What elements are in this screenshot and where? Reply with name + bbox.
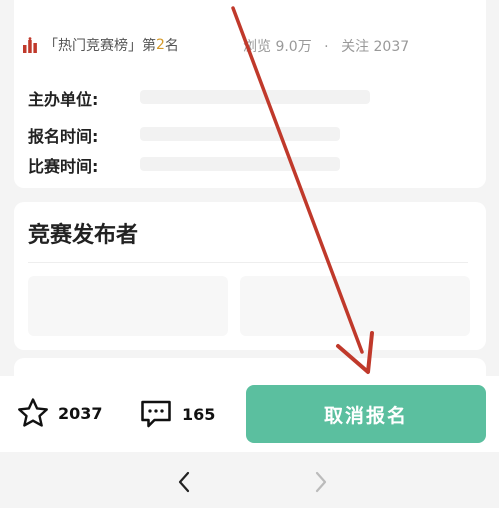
registration-time-redacted <box>140 127 340 141</box>
views-count: 浏览 9.0万 <box>243 39 312 55</box>
rank-label: 「热门竞赛榜」第 <box>44 38 156 54</box>
publisher-section-title: 竞赛发布者 <box>28 223 139 248</box>
rank-number: 2 <box>156 37 165 53</box>
cancel-registration-button[interactable]: 取消报名 <box>246 385 486 443</box>
competition-time-redacted <box>140 157 340 171</box>
registration-time-label: 报名时间: <box>28 127 99 146</box>
comment-count: 165 <box>182 404 216 424</box>
view-follow-stats: 浏览 9.0万 · 关注 2037 <box>243 36 409 56</box>
organizer-label: 主办单位: <box>28 90 99 109</box>
follows-count: 关注 2037 <box>341 39 410 55</box>
rank-bars-icon <box>23 37 37 53</box>
favorite-count: 2037 <box>58 403 103 423</box>
organizer-value-redacted <box>140 90 370 104</box>
chevron-left-icon[interactable] <box>175 470 195 494</box>
publisher-detail-redacted <box>240 276 470 336</box>
publisher-info-redacted[interactable] <box>28 276 228 336</box>
comment-button[interactable]: 165 <box>138 396 215 432</box>
star-icon <box>18 398 48 427</box>
comment-icon <box>141 400 171 428</box>
chevron-right-icon[interactable] <box>310 470 330 494</box>
publisher-divider <box>28 262 468 263</box>
competition-time-label: 比赛时间: <box>28 157 99 176</box>
rank-suffix: 名 <box>164 38 179 54</box>
stats-separator: · <box>324 39 329 55</box>
hot-rank-badge[interactable]: 「热门竞赛榜」第 2 名 <box>22 33 179 57</box>
browser-nav-bar <box>0 452 499 508</box>
favorite-button[interactable]: 2037 <box>16 396 103 430</box>
